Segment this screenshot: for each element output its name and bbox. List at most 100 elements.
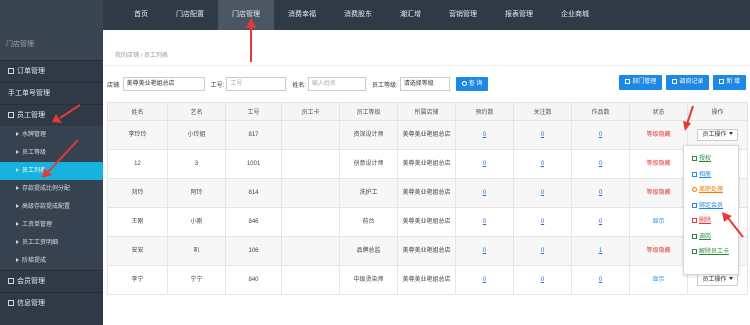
minus-square-icon xyxy=(8,112,14,118)
sidebar-item-label: 存款提成比例分配 xyxy=(22,186,71,192)
nav-store-management[interactable]: 门店管理 xyxy=(218,0,274,30)
follows-link[interactable]: 0 xyxy=(541,277,544,283)
menu-item-transfer[interactable]: 调岗 xyxy=(684,230,738,246)
follows-link[interactable]: 0 xyxy=(541,132,544,138)
appointments-link[interactable]: 0 xyxy=(483,132,486,138)
cell-store: 美尊美业艳姐总店 xyxy=(397,265,456,295)
nav-home[interactable]: 首页 xyxy=(120,0,162,30)
col-appointments: 预约数 xyxy=(455,102,514,121)
appointments-link[interactable]: 0 xyxy=(483,248,486,254)
main-content: 我的店铺 / 员工列表 店铺: 美尊美业艳姐总店 工号: 工号 姓名: 输入姓名… xyxy=(103,30,750,325)
transfer-record-button[interactable]: 调岗记录 xyxy=(666,75,710,90)
staff-operation-dropdown[interactable]: 员工操作 xyxy=(697,274,738,286)
caret-right-icon xyxy=(16,222,19,226)
sidebar-item-order-management[interactable]: 订单管理 xyxy=(0,60,103,82)
search-button[interactable]: 查 询 xyxy=(455,77,489,91)
edit-icon xyxy=(692,156,697,161)
appointments-link[interactable]: 0 xyxy=(483,161,486,167)
nav-mall[interactable]: 企业商城 xyxy=(547,0,603,30)
works-link[interactable]: 0 xyxy=(599,161,602,167)
search-icon xyxy=(461,81,467,86)
appointments-link[interactable]: 0 xyxy=(483,277,486,283)
cell-follows: 0 xyxy=(513,120,572,150)
store-select[interactable]: 美尊美业艳姐总店 xyxy=(122,77,205,91)
cell-follows: 0 xyxy=(513,265,572,295)
menu-item-authorize[interactable]: 授权 xyxy=(684,152,738,168)
follows-link[interactable]: 0 xyxy=(541,219,544,225)
sidebar-item-staff-list[interactable]: 员工列表 xyxy=(0,162,103,180)
menu-item-bind-member[interactable]: 绑定会员 xyxy=(684,199,738,215)
plus-square-icon xyxy=(8,278,14,284)
menu-item-label: 解除员工卡 xyxy=(699,249,730,255)
works-link[interactable]: 0 xyxy=(599,219,602,225)
sidebar-item-manual-order[interactable]: 手工单号管理 xyxy=(0,82,103,104)
sidebar-item-label: 水牌管理 xyxy=(22,132,47,138)
cell-card xyxy=(281,149,340,179)
appointments-link[interactable]: 0 xyxy=(483,219,486,225)
sidebar-item-label: 阶梯提成 xyxy=(22,258,47,264)
menu-item-label: 绑定会员 xyxy=(699,202,724,209)
sidebar-item-info-management[interactable]: 信息管理 xyxy=(0,292,103,314)
dropdown-label: 员工操作 xyxy=(702,132,727,138)
works-link[interactable]: 1 xyxy=(599,248,602,254)
sidebar-item-commission-alloc[interactable]: 存款提成比例分配 xyxy=(0,180,103,198)
cell-status: 等级隐藏 xyxy=(629,120,688,150)
cell-store: 美尊美业艳姐总店 xyxy=(397,178,456,208)
level-select[interactable]: 请选择等级 xyxy=(399,77,450,91)
col-name: 姓名 xyxy=(107,102,168,121)
col-works: 作品数 xyxy=(571,102,630,121)
sidebar-item-advanced-commission[interactable]: 高级存款提成配置 xyxy=(0,198,103,216)
menu-item-label: 授权 xyxy=(699,156,712,162)
nav-marketing[interactable]: 营销管理 xyxy=(435,0,491,30)
cell-follows: 0 xyxy=(513,207,572,237)
staff-operation-dropdown[interactable]: 员工操作 xyxy=(697,129,738,141)
caret-down-icon xyxy=(728,277,733,280)
caret-right-icon xyxy=(16,204,19,208)
nav-store-config[interactable]: 门店配置 xyxy=(162,0,218,30)
cell-level: 资深设计师 xyxy=(339,120,398,150)
menu-item-resign[interactable]: 离职处理 xyxy=(684,183,738,199)
table-header-row: 姓名 艺名 工号 员工卡 员工等级 所属店铺 预约数 关注数 作品数 状态 操作 xyxy=(107,102,748,121)
edit-icon xyxy=(692,233,697,239)
follows-link[interactable]: 0 xyxy=(541,190,544,196)
status-badge: 等级隐藏 xyxy=(646,189,671,196)
menu-item-delete[interactable]: 删除 xyxy=(684,214,738,230)
dept-management-button[interactable]: 部门管理 xyxy=(619,75,663,90)
table-row: 王刚 小刚 846 前台 美尊美业艳姐总店 0 0 0 显示 xyxy=(107,207,748,237)
sidebar-item-salary-detail[interactable]: 员工工资明细 xyxy=(0,234,103,252)
cell-appointments: 0 xyxy=(455,207,514,237)
sidebar-item-staff-management[interactable]: 员工管理 xyxy=(0,104,103,126)
refresh-icon xyxy=(692,187,697,192)
caret-right-icon xyxy=(16,258,19,262)
menu-item-unbind-card[interactable]: 解除员工卡 xyxy=(684,245,738,261)
name-input[interactable]: 输入姓名 xyxy=(308,77,367,91)
breadcrumb-home[interactable]: 我的店铺 xyxy=(115,53,139,59)
menu-item-label: 调岗 xyxy=(699,233,712,240)
nav-chaohui[interactable]: 潮汇增 xyxy=(386,0,435,30)
nav-reports[interactable]: 报表管理 xyxy=(491,0,547,30)
cell-works: 0 xyxy=(571,207,630,237)
follows-link[interactable]: 0 xyxy=(541,161,544,167)
works-link[interactable]: 0 xyxy=(599,190,602,196)
appointments-link[interactable]: 0 xyxy=(483,190,486,196)
follows-link[interactable]: 0 xyxy=(541,248,544,254)
id-input[interactable]: 工号 xyxy=(226,77,287,91)
sidebar-item-tier-commission[interactable]: 阶梯提成 xyxy=(0,252,103,270)
cell-alias: 小刚 xyxy=(167,207,226,237)
works-link[interactable]: 0 xyxy=(599,277,602,283)
sidebar-item-brand[interactable]: 水牌管理 xyxy=(0,126,103,144)
menu-item-album[interactable]: 相册 xyxy=(684,168,738,184)
nav-consumption-happiness[interactable]: 消费幸福 xyxy=(274,0,330,30)
sidebar-item-salary-sheet[interactable]: 工资单管理 xyxy=(0,216,103,234)
add-staff-button[interactable]: 新 增 xyxy=(713,75,746,90)
cell-status: 显示 xyxy=(629,265,688,295)
sidebar-item-staff-level[interactable]: 员工等级 xyxy=(0,144,103,162)
sidebar-item-member-management[interactable]: 会员管理 xyxy=(0,270,103,292)
button-label: 部门管理 xyxy=(632,79,657,85)
nav-consumer-shareholder[interactable]: 消费股东 xyxy=(330,0,386,30)
cell-id: 817 xyxy=(225,120,282,150)
id-label: 工号: xyxy=(210,82,225,89)
works-link[interactable]: 0 xyxy=(599,132,602,138)
document-icon xyxy=(672,79,678,84)
sidebar-item-label: 员工等级 xyxy=(22,150,47,156)
